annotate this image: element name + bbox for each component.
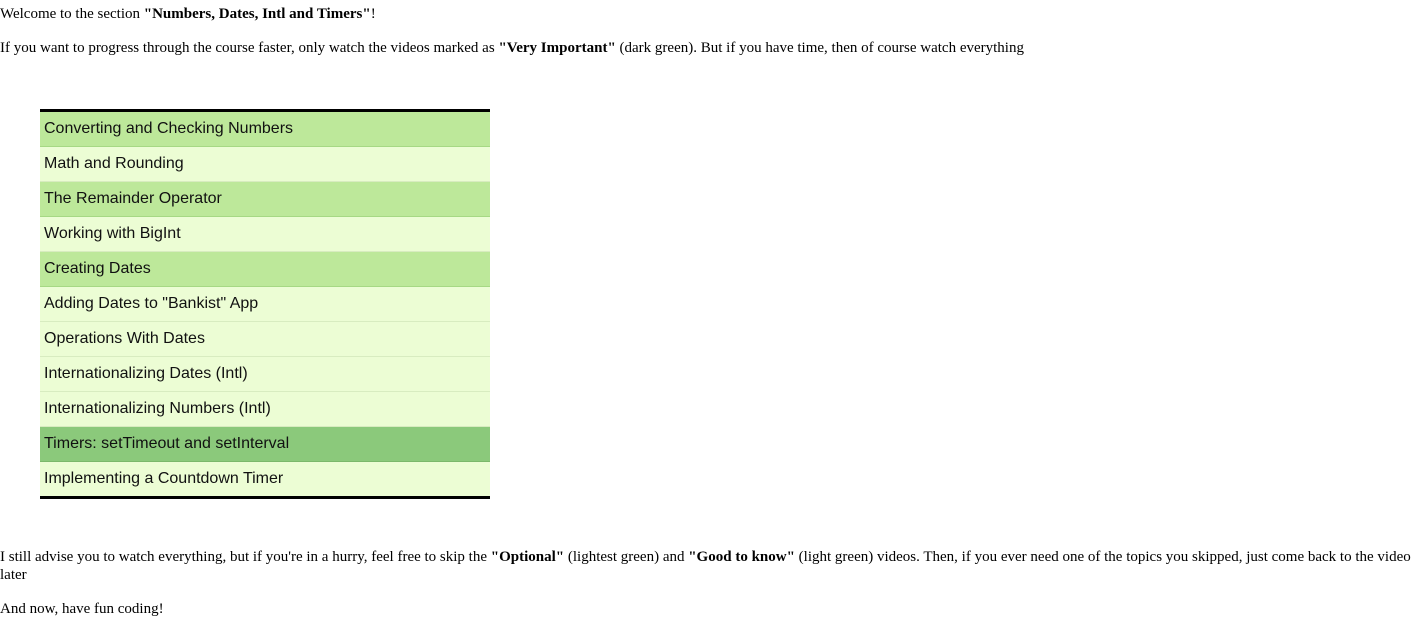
lesson-row: Working with BigInt xyxy=(40,217,490,252)
progress-suffix: (dark green). But if you have time, then… xyxy=(615,40,1024,56)
welcome-suffix: ! xyxy=(370,6,376,22)
lesson-row: Math and Rounding xyxy=(40,147,490,182)
very-important-label: "Very Important" xyxy=(498,40,616,56)
lesson-row: Creating Dates xyxy=(40,252,490,287)
lesson-row: Timers: setTimeout and setInterval xyxy=(40,427,490,462)
welcome-prefix: Welcome to the section xyxy=(0,6,144,22)
section-name: "Numbers, Dates, Intl and Timers" xyxy=(143,6,371,22)
lesson-row: Internationalizing Dates (Intl) xyxy=(40,357,490,392)
lesson-row: Implementing a Countdown Timer xyxy=(40,462,490,496)
lesson-row: Converting and Checking Numbers xyxy=(40,112,490,147)
lesson-table: Converting and Checking Numbers Math and… xyxy=(40,109,490,499)
lesson-row: Internationalizing Numbers (Intl) xyxy=(40,392,490,427)
progress-paragraph: If you want to progress through the cour… xyxy=(0,39,1024,57)
advice-paragraph: I still advise you to watch everything, … xyxy=(0,548,1425,584)
closing-paragraph: And now, have fun coding! xyxy=(0,601,164,617)
lesson-row: Operations With Dates xyxy=(40,322,490,357)
advise-prefix: I still advise you to watch everything, … xyxy=(0,549,491,565)
optional-label: "Optional" xyxy=(490,549,565,565)
lesson-row: Adding Dates to "Bankist" App xyxy=(40,287,490,322)
advise-mid: (lightest green) and xyxy=(564,549,689,565)
welcome-paragraph: Welcome to the section "Numbers, Dates, … xyxy=(0,5,376,23)
good-to-know-label: "Good to know" xyxy=(688,549,795,565)
progress-prefix: If you want to progress through the cour… xyxy=(0,40,499,56)
lesson-row: The Remainder Operator xyxy=(40,182,490,217)
